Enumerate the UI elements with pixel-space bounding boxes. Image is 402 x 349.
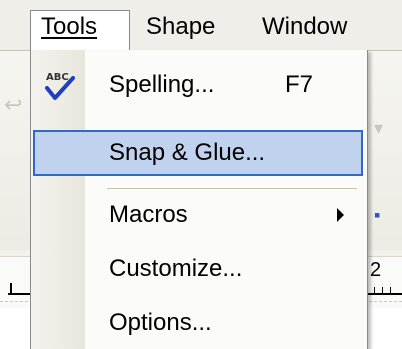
- menu-separator: [107, 188, 357, 189]
- menu-shape[interactable]: Shape: [136, 11, 225, 43]
- menu-item-macros[interactable]: Macros: [33, 192, 363, 238]
- menu-bar: Tools Shape Window: [0, 0, 402, 51]
- obscured-toolbar-icon: ↩: [4, 92, 23, 117]
- obscured-toolbar-arrow-icon: ▾: [374, 118, 384, 138]
- submenu-arrow-icon: [337, 208, 344, 222]
- menu-item-snap-glue[interactable]: Snap & Glue...: [33, 130, 363, 176]
- menu-window[interactable]: Window: [252, 11, 357, 43]
- menu-item-options-label: Options...: [109, 309, 212, 336]
- menu-tools-label: Tools: [41, 13, 98, 40]
- menu-item-spelling[interactable]: ABC Spelling... F7: [33, 62, 363, 108]
- menu-tools[interactable]: Tools: [30, 10, 130, 51]
- menu-item-customize[interactable]: Customize...: [33, 246, 363, 292]
- menu-item-options[interactable]: Options...: [33, 300, 363, 346]
- spell-check-icon: ABC: [45, 72, 75, 100]
- menu-item-spelling-shortcut: F7: [285, 71, 314, 98]
- menu-item-customize-label: Customize...: [109, 255, 243, 282]
- menu-item-snap-glue-label: Snap & Glue...: [109, 139, 266, 166]
- ruler-number: 2: [370, 259, 382, 281]
- menu-shape-label: Shape: [146, 13, 216, 40]
- svg-text:ABC: ABC: [46, 72, 69, 83]
- menu-item-spelling-label: Spelling...: [109, 71, 215, 98]
- obscured-toolbar-color-icon: ▪: [374, 205, 381, 225]
- tools-dropdown-menu: ABC Spelling... F7 Snap & Glue... Macros…: [30, 50, 368, 349]
- menu-window-label: Window: [262, 13, 348, 40]
- menu-item-macros-label: Macros: [109, 201, 188, 228]
